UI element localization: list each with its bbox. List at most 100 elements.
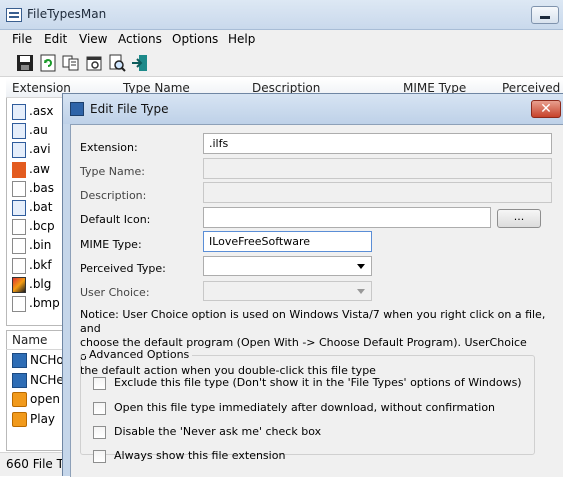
- file-type-icon: [12, 142, 26, 159]
- extension-label: .aw: [29, 161, 50, 176]
- action-item[interactable]: Play: [12, 411, 66, 430]
- mime-type-field[interactable]: ILoveFreeSoftware: [203, 231, 372, 252]
- user-choice-select: [203, 281, 372, 301]
- file-type-icon: [12, 276, 26, 293]
- always-show-extension-label: Always show this file extension: [114, 449, 286, 462]
- file-type-icon: [12, 123, 26, 140]
- action-icon: [12, 392, 27, 407]
- edit-file-type-dialog: Edit File Type ✕ Extension: .ilfs Type N…: [62, 93, 563, 477]
- menu-help[interactable]: Help: [228, 32, 255, 46]
- disable-never-ask-option[interactable]: Disable the 'Never ask me' check box: [93, 424, 533, 442]
- extension-label: .bat: [29, 200, 53, 214]
- save-icon: [17, 55, 33, 71]
- properties-button[interactable]: [84, 53, 104, 73]
- file-type-icon: [12, 296, 26, 312]
- dialog-icon: [70, 102, 84, 116]
- open-after-download-option[interactable]: Open this file type immediately after do…: [93, 400, 533, 418]
- find-button[interactable]: [107, 53, 127, 73]
- column-name[interactable]: Name: [12, 333, 47, 347]
- grid-icon: [12, 353, 27, 368]
- action-item[interactable]: NCHe: [12, 372, 66, 391]
- extension-label: .asx: [29, 104, 54, 118]
- action-icon: [12, 411, 27, 427]
- refresh-button[interactable]: [38, 53, 58, 73]
- exclude-checkbox[interactable]: [93, 377, 106, 390]
- menu-file[interactable]: File: [12, 32, 32, 46]
- type-name-label: Type Name:: [80, 165, 145, 178]
- file-type-icon: [12, 180, 26, 197]
- list-item[interactable]: .bkf: [12, 257, 62, 275]
- save-button[interactable]: [15, 53, 35, 73]
- properties-icon: [86, 56, 102, 71]
- menu-edit[interactable]: Edit: [44, 32, 67, 46]
- extension-label: .au: [29, 123, 48, 138]
- always-show-extension-checkbox[interactable]: [93, 450, 106, 463]
- type-name-field: [203, 158, 552, 179]
- grid-icon: [12, 372, 27, 388]
- chevron-down-icon: [357, 264, 365, 269]
- menu-actions[interactable]: Actions: [118, 32, 162, 46]
- main-titlebar: FileTypesMan: [0, 0, 563, 30]
- exclude-label: Exclude this file type (Don't show it in…: [114, 376, 522, 389]
- extension-field[interactable]: .ilfs: [203, 133, 552, 154]
- actions-list-header: Name: [6, 330, 66, 350]
- list-item[interactable]: .bin: [12, 237, 62, 255]
- dialog-title: Edit File Type: [90, 102, 169, 116]
- dialog-body: Extension: .ilfs Type Name: Description:…: [70, 124, 563, 477]
- chevron-down-icon: [357, 289, 365, 294]
- perceived-type-select[interactable]: [203, 256, 372, 276]
- copy-button[interactable]: [61, 53, 81, 73]
- menu-options[interactable]: Options: [172, 32, 218, 46]
- default-icon-field[interactable]: [203, 207, 491, 228]
- find-icon: [109, 54, 126, 72]
- disable-never-ask-label: Disable the 'Never ask me' check box: [114, 425, 322, 438]
- list-item[interactable]: .asx: [12, 103, 62, 121]
- extension-label: .bmp: [29, 296, 60, 310]
- list-item[interactable]: .avi: [12, 141, 62, 159]
- list-item[interactable]: .blg: [12, 276, 62, 294]
- app-icon: [6, 8, 22, 22]
- minimize-button[interactable]: [531, 6, 559, 24]
- extension-label: .bin: [29, 238, 52, 253]
- file-type-icon: [12, 238, 26, 255]
- extension-label: .bas: [29, 180, 55, 195]
- extension-label: Extension:: [80, 141, 138, 154]
- menu-view[interactable]: View: [79, 32, 107, 46]
- action-item[interactable]: NCHo: [12, 352, 66, 371]
- exclude-file-type-option[interactable]: Exclude this file type (Don't show it in…: [93, 375, 533, 393]
- toolbar: [0, 50, 563, 77]
- file-type-icon: [12, 219, 26, 236]
- dialog-titlebar: Edit File Type ✕: [63, 94, 563, 124]
- list-item[interactable]: .bcp: [12, 218, 62, 236]
- advanced-options-title: Advanced Options: [86, 348, 193, 361]
- refresh-icon: [40, 54, 56, 72]
- extension-label: .bkf: [29, 257, 52, 272]
- close-button[interactable]: ✕: [531, 100, 561, 118]
- description-field: [203, 182, 552, 203]
- browse-icon-button[interactable]: ...: [497, 209, 541, 228]
- extension-label: .bcp: [29, 219, 55, 234]
- file-type-icon: [12, 104, 26, 120]
- list-item[interactable]: .bas: [12, 180, 62, 198]
- extension-label: .avi: [29, 142, 51, 157]
- always-show-extension-option[interactable]: Always show this file extension: [93, 448, 533, 466]
- open-after-download-checkbox[interactable]: [93, 402, 106, 415]
- copy-icon: [62, 55, 79, 71]
- file-type-icon: [12, 257, 26, 274]
- extension-label: .blg: [29, 276, 52, 291]
- exit-button[interactable]: [130, 53, 150, 73]
- list-item[interactable]: .au: [12, 122, 62, 140]
- action-item[interactable]: open: [12, 391, 66, 410]
- file-type-icon: [12, 161, 26, 178]
- list-item[interactable]: .bat: [12, 199, 62, 217]
- menubar: File Edit View Actions Options Help: [0, 30, 563, 50]
- exit-icon: [132, 55, 147, 71]
- mime-type-label: MIME Type:: [80, 238, 142, 251]
- disable-never-ask-checkbox[interactable]: [93, 426, 106, 439]
- description-label: Description:: [80, 189, 147, 202]
- user-choice-label: User Choice:: [80, 286, 150, 299]
- list-item[interactable]: .bmp: [12, 295, 62, 313]
- list-item[interactable]: .aw: [12, 161, 62, 179]
- perceived-type-label: Perceived Type:: [80, 262, 166, 275]
- window-title: FileTypesMan: [27, 7, 107, 21]
